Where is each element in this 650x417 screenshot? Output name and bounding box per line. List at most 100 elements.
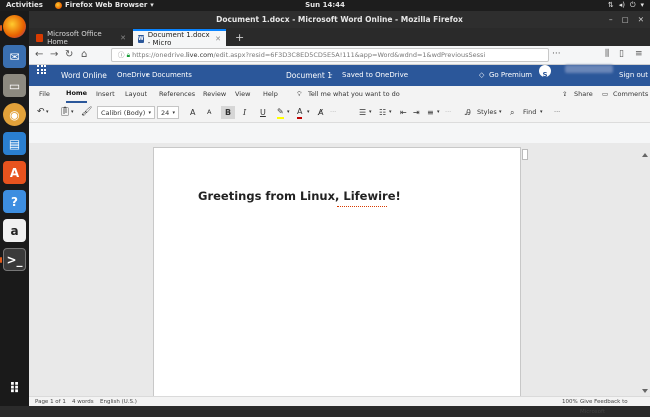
firefox-window: Document 1.docx - Microsoft Word Online … <box>29 11 650 415</box>
save-status: Saved to OneDrive <box>342 71 409 79</box>
align-icon[interactable]: ≡ <box>427 106 434 119</box>
word-icon: W <box>138 34 144 43</box>
comment-marker[interactable] <box>522 149 528 160</box>
font-size-select[interactable]: 24 ▾ <box>157 106 179 119</box>
vertical-scrollbar[interactable] <box>642 153 648 393</box>
minimize-icon[interactable]: – <box>609 11 613 28</box>
power-icon: ⏻ <box>629 1 636 9</box>
tab-office-home[interactable]: Microsoft Office Home ✕ <box>31 29 131 46</box>
find-icon[interactable]: ⌕ <box>510 106 514 119</box>
more-paragraph-options[interactable]: ··· <box>445 106 451 119</box>
chevron-down-icon[interactable]: ▾ <box>71 106 74 119</box>
go-premium-link[interactable]: Go Premium <box>489 65 532 86</box>
amazon-icon[interactable]: a <box>3 219 26 242</box>
styles-icon[interactable]: Ꭿ <box>465 106 471 119</box>
files-icon[interactable]: ▭ <box>3 74 26 97</box>
page-actions-icon[interactable]: ··· <box>552 49 561 59</box>
styles-button[interactable]: Styles <box>477 106 497 119</box>
document-text[interactable]: Greetings from Linux, Lifewire! <box>198 189 401 203</box>
chevron-down-icon[interactable]: ▾ <box>389 106 392 119</box>
chevron-down-icon[interactable]: ▾ <box>369 106 372 119</box>
numbering-icon[interactable]: ☷ <box>379 106 386 119</box>
share-button[interactable]: Share <box>574 86 593 103</box>
font-name-select[interactable]: Calibri (Body) ▾ <box>97 106 155 119</box>
new-tab-button[interactable]: + <box>230 29 249 46</box>
paste-icon[interactable]: 📋︎ <box>59 106 70 119</box>
rhythmbox-icon[interactable]: ◉ <box>3 103 26 126</box>
scroll-up-icon[interactable] <box>642 153 648 157</box>
software-center-icon[interactable]: A <box>3 161 26 184</box>
font-color-icon[interactable]: A <box>297 106 303 119</box>
bullets-icon[interactable]: ☰ <box>359 106 366 119</box>
library-icon[interactable]: ⫼ <box>605 49 609 59</box>
chevron-down-icon[interactable]: ▾ <box>307 106 310 119</box>
tab-home[interactable]: Home <box>66 86 88 103</box>
more-font-options[interactable]: ··· <box>330 106 336 119</box>
tab-references[interactable]: References <box>159 86 195 103</box>
more-options[interactable]: ··· <box>554 106 560 119</box>
close-tab-icon[interactable]: ✕ <box>215 35 221 43</box>
url-bar[interactable]: ⓘ 🔒︎ https://onedrive.live.com/edit.aspx… <box>111 48 549 62</box>
tab-document[interactable]: W Document 1.docx - Micro ✕ <box>133 29 226 47</box>
chevron-down-icon[interactable]: ▾ <box>499 106 502 119</box>
forward-icon[interactable]: → <box>50 49 58 61</box>
word-online-title[interactable]: Word Online <box>61 65 107 86</box>
tab-layout[interactable]: Layout <box>125 86 147 103</box>
running-indicator <box>0 25 2 31</box>
bold-button[interactable]: B <box>221 106 235 119</box>
system-tray[interactable]: ⇅ ◂) ⏻ ▾ <box>608 0 644 11</box>
document-canvas[interactable]: Greetings from Linux, Lifewire! <box>29 143 650 396</box>
menu-icon[interactable]: ≡ <box>635 49 643 59</box>
shrink-font-button[interactable]: A <box>207 106 211 119</box>
grow-font-button[interactable]: A <box>190 106 195 119</box>
sidebar-icon[interactable]: ▯ <box>619 49 624 59</box>
tell-me-box[interactable]: Tell me what you want to do <box>308 86 400 103</box>
app-menu[interactable]: Firefox Web Browser ▾ <box>55 0 154 11</box>
feedback-link[interactable]: Give Feedback to Microsoft <box>580 397 650 417</box>
highlight-icon[interactable]: ✎ <box>277 106 284 119</box>
terminal-icon[interactable]: >_ <box>3 248 26 271</box>
activities-button[interactable]: Activities <box>6 0 43 11</box>
find-button[interactable]: Find <box>523 106 536 119</box>
skype-icon[interactable]: S <box>539 65 551 79</box>
volume-icon: ◂) <box>618 1 625 9</box>
scroll-down-icon[interactable] <box>642 389 648 393</box>
chevron-down-icon[interactable]: ▾ <box>437 106 440 119</box>
chevron-down-icon[interactable]: ▾ <box>540 106 543 119</box>
increase-indent-icon[interactable]: ⇥ <box>413 106 420 119</box>
breadcrumb-documents[interactable]: Documents <box>152 65 192 86</box>
format-painter-icon[interactable]: 🖌︎ <box>81 106 92 119</box>
italic-button[interactable]: I <box>243 106 246 119</box>
close-tab-icon[interactable]: ✕ <box>120 34 126 42</box>
firefox-icon[interactable] <box>3 15 26 38</box>
help-icon[interactable]: ? <box>3 190 26 213</box>
chevron-down-icon[interactable]: ▾ <box>46 106 49 119</box>
document-name[interactable]: Document 1 <box>286 65 332 86</box>
document-page[interactable]: Greetings from Linux, Lifewire! <box>153 147 521 396</box>
undo-icon[interactable]: ↶ <box>37 106 45 119</box>
home-icon[interactable]: ⌂ <box>81 49 87 61</box>
show-apps-icon[interactable]: ⠿ <box>3 377 26 400</box>
window-titlebar[interactable]: Document 1.docx - Microsoft Word Online … <box>29 11 650 28</box>
close-icon[interactable]: ✕ <box>638 11 644 28</box>
clock[interactable]: Sun 14:44 <box>305 0 345 11</box>
sign-out-link[interactable]: Sign out <box>619 65 648 86</box>
tab-file[interactable]: File <box>39 86 50 103</box>
underline-button[interactable]: U <box>260 106 266 119</box>
clear-format-icon[interactable]: A̸ <box>318 106 323 119</box>
maximize-icon[interactable]: ▢ <box>622 11 629 28</box>
thunderbird-icon[interactable]: ✉ <box>3 45 26 68</box>
decrease-indent-icon[interactable]: ⇤ <box>400 106 407 119</box>
chevron-down-icon[interactable]: ▾ <box>287 106 290 119</box>
tab-insert[interactable]: Insert <box>96 86 115 103</box>
reload-icon[interactable]: ↻ <box>65 49 73 61</box>
breadcrumb-onedrive[interactable]: OneDrive <box>117 65 150 86</box>
tab-view[interactable]: View <box>235 86 250 103</box>
tab-help[interactable]: Help <box>263 86 278 103</box>
back-icon[interactable]: ← <box>35 49 43 61</box>
account-name-blurred[interactable] <box>565 65 613 73</box>
comments-button[interactable]: Comments <box>613 86 648 103</box>
libreoffice-writer-icon[interactable]: ▤ <box>3 132 26 155</box>
tab-review[interactable]: Review <box>203 86 226 103</box>
app-launcher-icon[interactable] <box>37 65 46 74</box>
